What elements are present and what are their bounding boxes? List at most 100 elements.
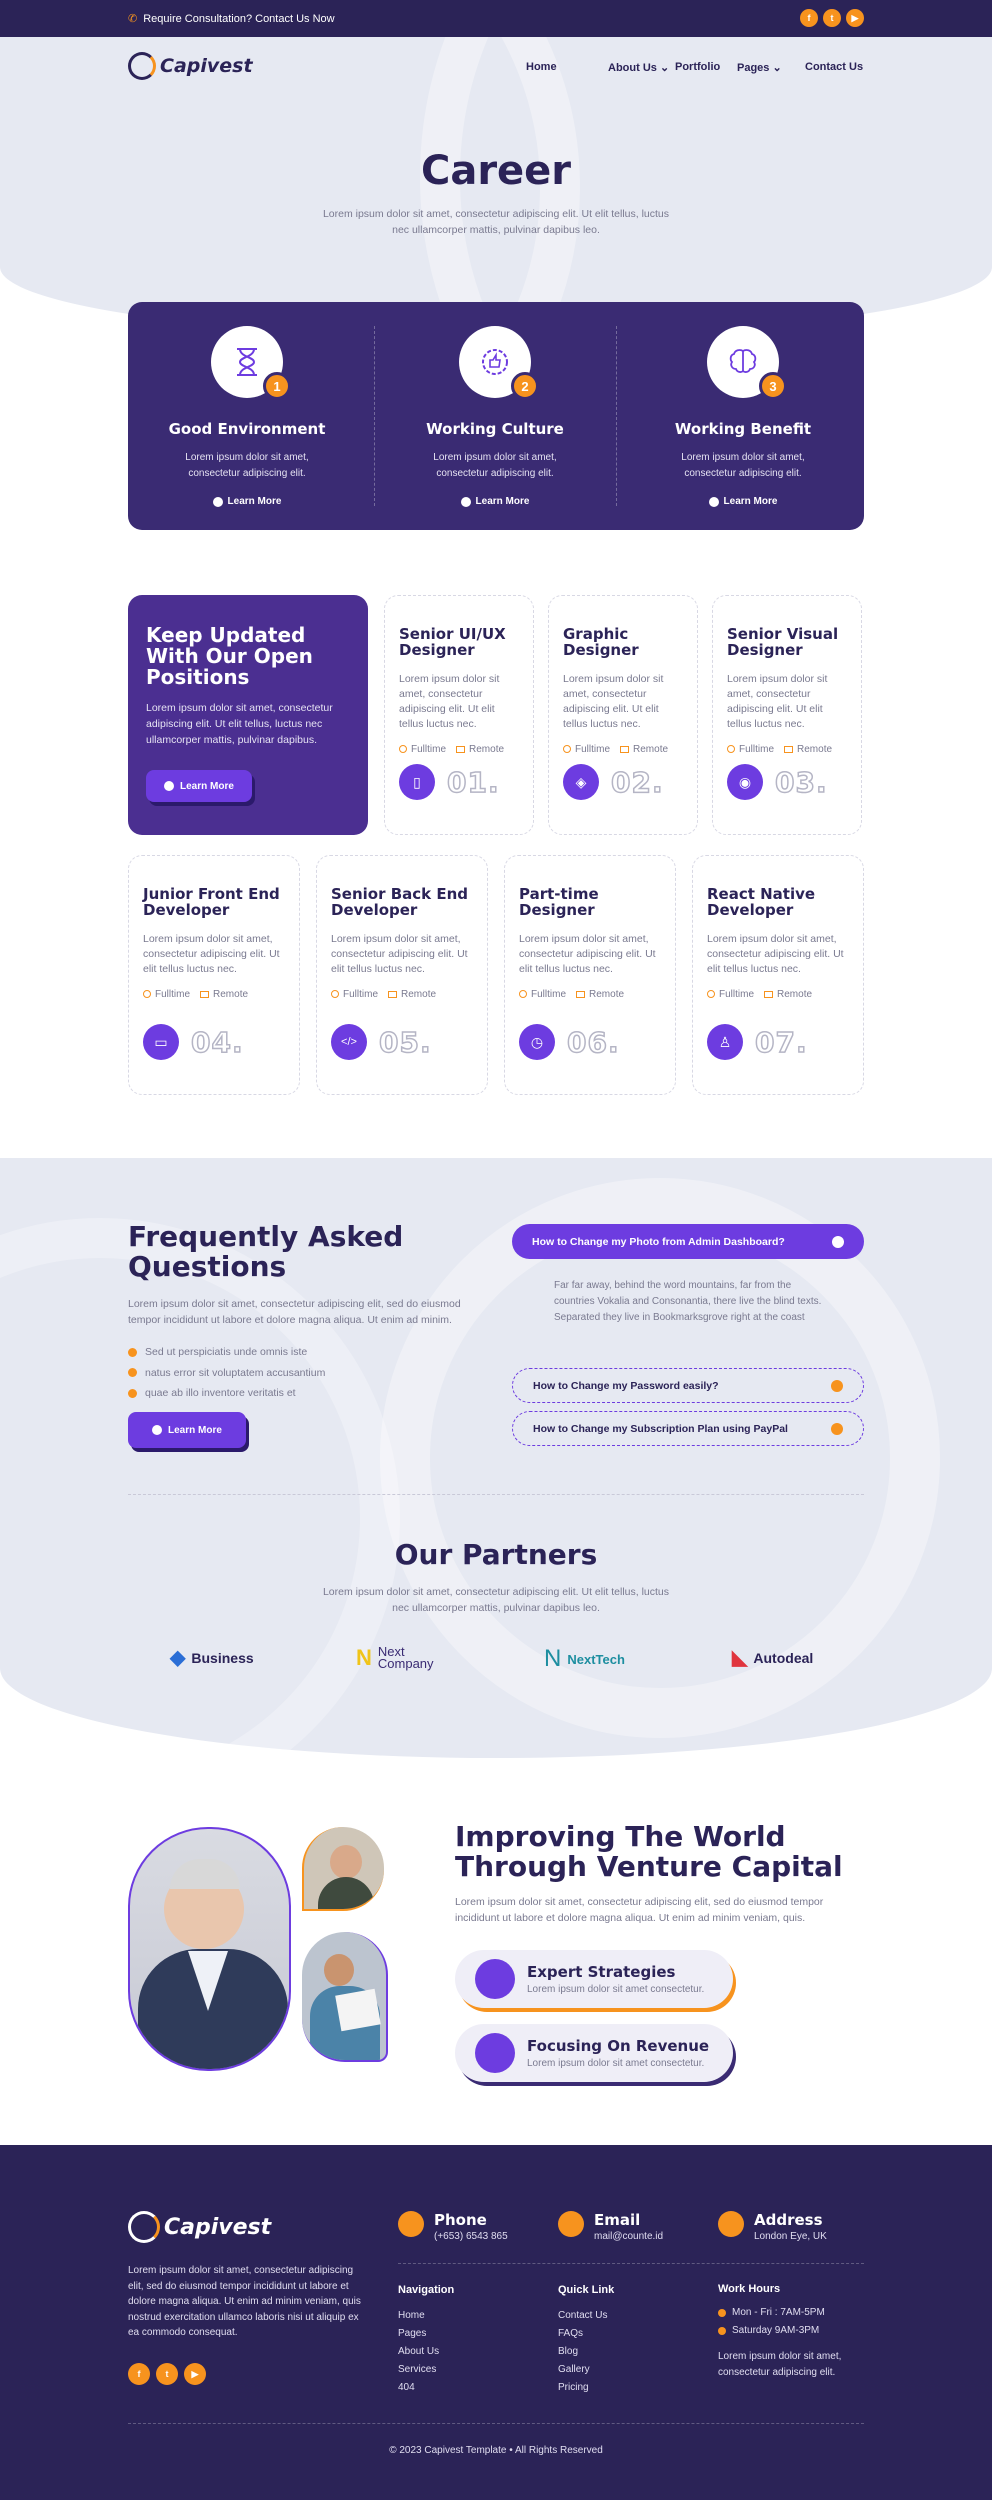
- bullet-text: quae ab illo inventore veritatis et: [145, 1387, 296, 1399]
- job-place-label: Remote: [797, 744, 833, 755]
- footer-logo[interactable]: Capivest: [128, 2211, 271, 2243]
- faq-learn-more-button[interactable]: Learn More: [128, 1412, 246, 1448]
- mail-icon: [558, 2211, 584, 2237]
- learn-more-label: Learn More: [227, 496, 282, 507]
- pill-title: Focusing On Revenue: [527, 2037, 710, 2055]
- job-title: Senior Back End Developer: [331, 885, 469, 919]
- footer-link[interactable]: Blog: [558, 2343, 614, 2361]
- job-card[interactable]: Junior Front End Developer Lorem ipsum d…: [128, 855, 300, 1095]
- partner-logo[interactable]: ◣ Autodeal: [732, 1645, 813, 1670]
- clock-icon: [399, 745, 407, 753]
- improve-title: Improving The World Through Venture Capi…: [455, 1820, 843, 1883]
- footer-link[interactable]: FAQs: [558, 2325, 614, 2343]
- feature-card: 3 Working Benefit Lorem ipsum dolor sit …: [628, 326, 858, 507]
- job-card[interactable]: Senior Back End Developer Lorem ipsum do…: [316, 855, 488, 1095]
- social-links: f t ▶: [800, 9, 864, 27]
- woman-photo: [302, 1827, 384, 1911]
- footer-link[interactable]: Contact Us: [558, 2307, 614, 2325]
- partner-logo[interactable]: N NextTech: [544, 1645, 625, 1673]
- job-place-label: Remote: [469, 744, 505, 755]
- job-card[interactable]: Graphic Designer Lorem ipsum dolor sit a…: [548, 595, 698, 835]
- faq-item[interactable]: How to Change my Subscription Plan using…: [512, 1411, 864, 1446]
- map-icon: [388, 991, 398, 998]
- faq-item[interactable]: How to Change my Password easily?: [512, 1368, 864, 1403]
- top-bar: ✆ Require Consultation? Contact Us Now f…: [0, 0, 992, 37]
- search-icon: [475, 2033, 515, 2073]
- partner-logo[interactable]: N Next Company: [356, 1645, 448, 1671]
- footer-link[interactable]: Home: [398, 2307, 454, 2325]
- thumbs-up-badge-icon: 2: [459, 326, 539, 400]
- footer-link[interactable]: Pricing: [558, 2379, 614, 2397]
- feature-number: 3: [759, 372, 787, 400]
- job-number: 03.: [774, 765, 828, 800]
- footer-link[interactable]: Pages: [398, 2325, 454, 2343]
- job-card[interactable]: Senior UI/UX Designer Lorem ipsum dolor …: [384, 595, 534, 835]
- nav-contact[interactable]: Contact Us: [805, 61, 875, 73]
- feature-card: 2 Working Culture Lorem ipsum dolor sit …: [380, 326, 610, 507]
- learn-more-link[interactable]: Learn More: [380, 496, 610, 507]
- clock-icon: [707, 990, 715, 998]
- footer-link[interactable]: Gallery: [558, 2361, 614, 2379]
- clock-icon: [718, 2309, 726, 2317]
- nav-portfolio[interactable]: Portfolio: [675, 61, 735, 73]
- feature-pill: Expert Strategies Lorem ipsum dolor sit a…: [455, 1950, 733, 2008]
- job-place: Remote: [784, 744, 832, 755]
- bullet-text: natus error sit voluptatem accusantium: [145, 1366, 326, 1379]
- job-place: Remote: [764, 989, 812, 1000]
- logo-text: Capivest: [164, 2214, 272, 2240]
- job-number: 04.: [190, 1025, 244, 1060]
- job-type: Fulltime: [143, 989, 190, 1000]
- contact-value[interactable]: mail@counte.id: [594, 2231, 663, 2242]
- nav-about-label: About Us: [608, 62, 657, 74]
- job-title: Graphic Designer: [563, 625, 639, 659]
- job-text: Lorem ipsum dolor sit amet, consectetur …: [519, 933, 656, 975]
- job-place-label: Remote: [633, 744, 669, 755]
- twitter-icon[interactable]: t: [823, 9, 841, 27]
- learn-more-button[interactable]: Learn More: [146, 770, 252, 802]
- job-card[interactable]: Part-time Designer Lorem ipsum dolor sit…: [504, 855, 676, 1095]
- features-panel: 1 Good Environment Lorem ipsum dolor sit…: [128, 302, 864, 530]
- clock-icon: [331, 990, 339, 998]
- arrow-circle-icon: [460, 496, 471, 507]
- youtube-icon[interactable]: ▶: [846, 9, 864, 27]
- footer-link[interactable]: About Us: [398, 2343, 454, 2361]
- chevron-up-icon: [832, 1235, 844, 1248]
- address-contact: Address London Eye, UK: [718, 2211, 827, 2242]
- job-place: Remote: [576, 989, 624, 1000]
- learn-more-link[interactable]: Learn More: [132, 496, 362, 507]
- page-title: Career: [420, 148, 572, 194]
- email-contact: Email mail@counte.id: [558, 2211, 663, 2242]
- faq-item-open[interactable]: How to Change my Photo from Admin Dashbo…: [512, 1224, 864, 1259]
- nav-home[interactable]: Home: [526, 61, 566, 73]
- job-title: Junior Front End Developer: [143, 885, 280, 919]
- map-icon: [784, 746, 794, 753]
- faq-answer: Far far away, behind the word mountains,…: [554, 1280, 822, 1323]
- footer-link[interactable]: 404: [398, 2379, 454, 2397]
- nav-pages[interactable]: Pages ⌄: [737, 61, 797, 74]
- facebook-icon[interactable]: f: [128, 2363, 150, 2385]
- job-place-label: Remote: [777, 989, 813, 1000]
- consultation-link[interactable]: ✆ Require Consultation? Contact Us Now: [128, 12, 335, 26]
- phone-contact: Phone (+653) 6543 865: [398, 2211, 508, 2242]
- logo[interactable]: Capivest: [128, 52, 253, 80]
- learn-more-link[interactable]: Learn More: [628, 496, 858, 507]
- contact-label: Phone: [434, 2211, 487, 2229]
- location-pin-icon: [718, 2211, 744, 2237]
- facebook-icon[interactable]: f: [800, 9, 818, 27]
- youtube-icon[interactable]: ▶: [184, 2363, 206, 2385]
- chevron-down-icon: ⌄: [772, 62, 782, 74]
- job-number: 07.: [754, 1025, 808, 1060]
- partner-logo[interactable]: ◆ Business: [170, 1645, 254, 1670]
- footer-link[interactable]: Services: [398, 2361, 454, 2379]
- twitter-icon[interactable]: t: [156, 2363, 178, 2385]
- job-text: Lorem ipsum dolor sit amet, consectetur …: [707, 933, 844, 975]
- job-place: Remote: [388, 989, 436, 1000]
- partner-name: NextTech: [567, 1651, 625, 1667]
- job-title: Senior Visual Designer: [727, 625, 839, 659]
- job-number: 05.: [378, 1025, 432, 1060]
- job-card[interactable]: React Native Developer Lorem ipsum dolor…: [692, 855, 864, 1095]
- contact-value[interactable]: (+653) 6543 865: [434, 2231, 508, 2242]
- footer-col-title: Work Hours: [718, 2283, 781, 2295]
- job-title: React Native Developer: [707, 885, 816, 919]
- job-card[interactable]: Senior Visual Designer Lorem ipsum dolor…: [712, 595, 862, 835]
